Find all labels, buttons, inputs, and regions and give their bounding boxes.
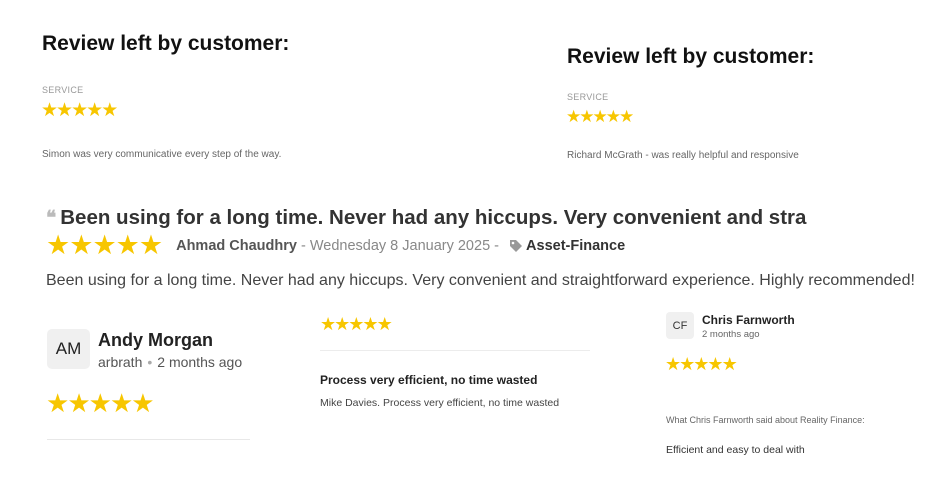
review-time: 2 months ago <box>702 329 760 340</box>
star-icon: ★ <box>109 388 134 418</box>
review-date: Wednesday 8 January 2025 <box>309 237 491 254</box>
star-icon: ★ <box>46 388 70 418</box>
category-label: SERVICE <box>567 92 609 102</box>
star-rating: ★ ★ ★ ★ ★ <box>41 100 119 121</box>
divider <box>47 439 250 440</box>
star-rating: ★ ★ ★ ★ ★ <box>566 107 635 126</box>
avatar: CF <box>666 312 694 339</box>
review-author: Ahmad Chaudhry <box>176 237 297 254</box>
star-icon: ★ <box>721 354 738 374</box>
review-text: Richard McGrath - was really helpful and… <box>567 150 799 161</box>
reviewer-subline: arbrath • 2 months ago <box>98 354 242 370</box>
divider <box>320 350 590 351</box>
star-icon: ★ <box>88 388 112 418</box>
star-icon: ★ <box>69 230 94 260</box>
meta-separator: - <box>296 237 310 254</box>
review-text: Simon was very communicative every step … <box>42 149 282 160</box>
avatar: AM <box>47 329 90 369</box>
star-icon: ★ <box>46 230 71 260</box>
star-icon: ★ <box>101 100 119 121</box>
review-headline-text: Been using for a long time. Never had an… <box>60 206 807 229</box>
star-rating: ★ ★ ★ ★ ★ <box>46 388 155 418</box>
reviewer-name: Chris Farnworth <box>702 313 795 327</box>
quote-icon: ❝ <box>46 208 57 229</box>
star-icon: ★ <box>92 230 117 260</box>
star-rating: ★ ★ ★ ★ ★ <box>46 230 164 260</box>
review-body: Been using for a long time. Never had an… <box>46 272 915 289</box>
review-title: Process very efficient, no time wasted <box>320 373 538 387</box>
star-icon: ★ <box>67 388 91 418</box>
category-label: SERVICE <box>42 85 84 95</box>
reviewer-location: arbrath <box>98 354 143 370</box>
star-icon: ★ <box>138 230 164 260</box>
star-rating: ★ ★ ★ ★ ★ <box>320 314 393 334</box>
separator-dot: • <box>147 354 153 370</box>
review-heading: Review left by customer: <box>567 45 815 68</box>
star-icon: ★ <box>115 230 140 260</box>
star-icon: ★ <box>376 314 393 334</box>
star-icon: ★ <box>131 388 155 418</box>
review-heading: Review left by customer: <box>42 32 290 55</box>
review-text: Mike Davies. Process very efficient, no … <box>320 397 560 409</box>
tag-icon <box>510 239 523 252</box>
review-time: 2 months ago <box>157 354 243 370</box>
category-link[interactable]: Asset-Finance <box>526 238 625 254</box>
review-meta: ★ ★ ★ ★ ★ Ahmad Chaudhry - Wednesday 8 Janua… <box>46 232 625 259</box>
meta-separator: - <box>490 237 504 254</box>
review-label: What Chris Farnworth said about Reality … <box>666 415 865 425</box>
review-headline: ❝ Been using for a long time. Never had a… <box>46 206 838 230</box>
star-icon: ★ <box>619 107 635 126</box>
star-rating: ★ ★ ★ ★ ★ <box>665 354 738 374</box>
review-text: Efficient and easy to deal with <box>666 444 805 456</box>
reviewer-name: Andy Morgan <box>98 330 213 350</box>
